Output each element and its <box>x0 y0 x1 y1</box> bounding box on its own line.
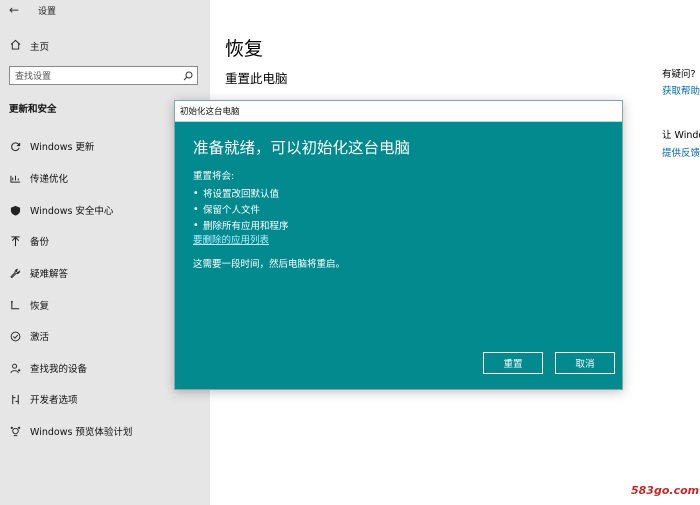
give-feedback-link[interactable]: 提供反馈 <box>662 145 700 159</box>
sidebar-item-label: 恢复 <box>30 301 50 312</box>
home-icon <box>8 39 22 53</box>
refresh-icon <box>8 141 22 152</box>
backup-arrow-icon <box>8 235 22 247</box>
search-icon[interactable] <box>179 71 197 81</box>
section-title: 更新和安全 <box>9 104 57 115</box>
back-arrow-icon: ← <box>8 3 20 17</box>
windows-text: 让 Windo <box>662 130 700 141</box>
search-placeholder: 查找设置 <box>15 72 52 82</box>
list-item-text: 保留个人文件 <box>203 205 261 216</box>
person-location-icon <box>8 363 22 374</box>
check-circle-icon <box>8 331 22 342</box>
sidebar-item-windows-security[interactable]: Windows 安全中心 <box>8 201 113 219</box>
sidebar-item-label: 开发者选项 <box>30 395 78 406</box>
sidebar-item-troubleshoot[interactable]: 疑难解答 <box>8 264 68 282</box>
sidebar-item-windows-update[interactable]: Windows 更新 <box>8 137 94 155</box>
bullet-icon: • <box>193 187 199 199</box>
recovery-icon <box>8 300 22 311</box>
delivery-icon <box>8 173 22 184</box>
sidebar-item-activation[interactable]: 激活 <box>8 327 49 345</box>
help-question: 有疑问? <box>662 69 696 80</box>
sidebar-item-label: 疑难解答 <box>30 269 69 280</box>
list-item: • 删除所有应用和程序 <box>193 217 289 233</box>
sidebar-item-label: Windows 安全中心 <box>30 206 114 217</box>
list-item-text: 将设置改回默认值 <box>203 189 280 200</box>
sidebar-item-label: 激活 <box>30 332 50 343</box>
list-item: • 保留个人文件 <box>193 201 289 217</box>
reset-button[interactable]: 重置 <box>483 352 543 374</box>
dialog-bullet-list: • 将设置改回默认值 • 保留个人文件 • 删除所有应用和程序 <box>193 185 289 233</box>
bullet-icon: • <box>193 203 199 215</box>
get-help-link[interactable]: 获取帮助 <box>662 83 700 97</box>
reset-pc-dialog: 初始化这台电脑 准备就绪，可以初始化这台电脑 重置将会: • 将设置改回默认值 •… <box>174 100 623 390</box>
dialog-heading: 准备就绪，可以初始化这台电脑 <box>193 139 411 157</box>
home-label: 主页 <box>30 42 50 53</box>
dialog-note: 这需要一段时间，然后电脑将重启。 <box>193 259 346 270</box>
sidebar-item-backup[interactable]: 备份 <box>8 232 49 250</box>
bullet-icon: • <box>193 219 199 231</box>
dialog-title: 初始化这台电脑 <box>180 107 240 117</box>
sidebar-item-find-my-device[interactable]: 查找我的设备 <box>8 359 87 377</box>
sidebar-item-delivery-optimization[interactable]: 传递优化 <box>8 169 68 187</box>
apps-to-remove-link[interactable]: 要删除的应用列表 <box>193 232 269 246</box>
app-title: 设置 <box>38 6 57 17</box>
dialog-title-bar: 初始化这台电脑 <box>175 101 622 122</box>
title-bar: ← 设置 <box>0 0 210 20</box>
search-input[interactable]: 查找设置 <box>9 66 198 85</box>
sidebar-item-label: Windows 预览体验计划 <box>30 427 133 438</box>
sidebar-item-label: Windows 更新 <box>30 142 95 153</box>
sidebar-item-label: 传递优化 <box>30 174 69 185</box>
sidebar-item-recovery[interactable]: 恢复 <box>8 296 49 314</box>
list-item-text: 删除所有应用和程序 <box>203 221 289 232</box>
sidebar-item-label: 查找我的设备 <box>30 364 88 375</box>
sidebar-item-insider-program[interactable]: Windows 预览体验计划 <box>8 422 132 440</box>
sidebar-item-label: 备份 <box>30 237 50 248</box>
page-title: 恢复 <box>225 38 264 60</box>
developer-icon <box>8 394 22 405</box>
insider-icon <box>8 426 22 437</box>
watermark: 583go.com <box>631 484 700 497</box>
cancel-button[interactable]: 取消 <box>555 352 615 374</box>
back-button[interactable]: ← <box>0 0 28 20</box>
dialog-intro: 重置将会: <box>193 171 235 182</box>
sidebar-item-developer-options[interactable]: 开发者选项 <box>8 390 78 408</box>
wrench-icon <box>8 268 22 279</box>
list-item: • 将设置改回默认值 <box>193 185 289 201</box>
page-subtitle: 重置此电脑 <box>225 71 288 86</box>
shield-icon <box>8 205 22 216</box>
home-link[interactable]: 主页 <box>8 38 49 54</box>
